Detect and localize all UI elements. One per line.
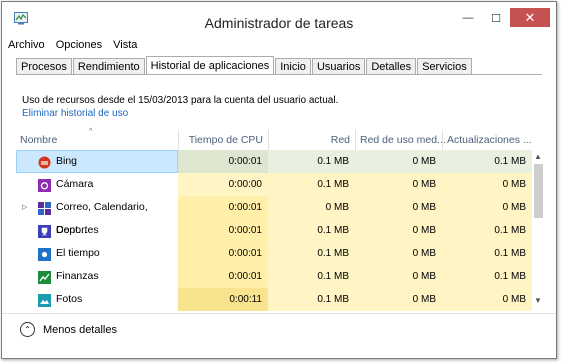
cell-act: 0.1 MB xyxy=(442,242,532,265)
column-header-tile-updates[interactable]: Actualizaciones ... xyxy=(447,127,533,148)
cell-act: 0 MB xyxy=(442,288,532,311)
app-name-cell: Finanzas xyxy=(16,265,178,288)
photos-icon xyxy=(38,293,51,307)
maximize-button[interactable]: ☐ xyxy=(482,8,510,28)
trophy-icon xyxy=(38,224,51,238)
delete-history-link[interactable]: Eliminar historial de uso xyxy=(22,108,128,119)
minimize-button[interactable]: — xyxy=(454,8,482,28)
cell-red: 0.1 MB xyxy=(268,288,355,311)
table-row[interactable]: El tiempo 0:00:01 0.1 MB 0 MB 0.1 MB xyxy=(16,242,532,265)
app-name-cell: Deportes xyxy=(16,219,178,242)
app-name: Bing xyxy=(56,155,78,167)
tab-procesos[interactable]: Procesos xyxy=(16,58,72,74)
cell-red: 0.1 MB xyxy=(268,265,355,288)
cell-red-med: 0 MB xyxy=(355,150,442,173)
tab-strip: Procesos Rendimiento Historial de aplica… xyxy=(16,56,473,75)
camera-icon xyxy=(38,178,51,192)
weather-icon xyxy=(38,247,51,261)
menu-bar: Archivo Opciones Vista xyxy=(2,38,556,54)
table-row[interactable]: Finanzas 0:00:01 0.1 MB 0 MB 0.1 MB xyxy=(16,265,532,288)
tab-historial-de-aplicaciones[interactable]: Historial de aplicaciones xyxy=(145,56,275,75)
app-history-list: Bing 0:00:01 0.1 MB 0 MB 0.1 MB Cámara 0:00:00… xyxy=(16,150,532,312)
tab-servicios[interactable]: Servicios xyxy=(417,58,472,74)
cell-red: 0.1 MB xyxy=(268,150,355,173)
cell-red: 0 MB xyxy=(268,196,355,219)
table-row[interactable]: Fotos 0:00:11 0.1 MB 0 MB 0 MB xyxy=(16,288,532,311)
cell-act: 0.1 MB xyxy=(442,150,532,173)
app-name: Fotos xyxy=(56,293,83,305)
cell-red-med: 0 MB xyxy=(355,196,442,219)
column-header-red[interactable]: Red xyxy=(268,127,350,148)
scrollbar-thumb[interactable] xyxy=(534,164,543,218)
cell-act: 0.1 MB xyxy=(442,265,532,288)
column-separator[interactable] xyxy=(442,130,443,151)
title-bar[interactable]: Administrador de tareas — ☐ ✕ xyxy=(2,2,556,36)
tab-detalles[interactable]: Detalles xyxy=(366,58,417,74)
app-name-cell: Fotos xyxy=(16,288,178,311)
app-name: Finanzas xyxy=(56,270,99,282)
table-row[interactable]: Cámara 0:00:00 0.1 MB 0 MB 0 MB xyxy=(16,173,532,196)
finance-icon xyxy=(38,270,51,284)
cell-cpu: 0:00:01 xyxy=(178,150,268,173)
column-header-nombre[interactable]: Nombre xyxy=(20,127,170,148)
table-row[interactable]: Bing 0:00:01 0.1 MB 0 MB 0.1 MB xyxy=(16,150,532,173)
app-name: Deportes xyxy=(56,224,99,236)
cell-cpu: 0:00:01 xyxy=(178,196,268,219)
cell-red: 0.1 MB xyxy=(268,219,355,242)
menu-vista[interactable]: Vista xyxy=(107,38,142,54)
menu-opciones[interactable]: Opciones xyxy=(50,38,107,54)
cell-red: 0.1 MB xyxy=(268,242,355,265)
expand-chevron-icon[interactable]: ▷ xyxy=(22,196,27,219)
cell-act: 0 MB xyxy=(442,173,532,196)
app-name-cell: El tiempo xyxy=(16,242,178,265)
scroll-up-icon[interactable]: ▲ xyxy=(532,152,544,164)
cell-cpu: 0:00:01 xyxy=(178,265,268,288)
app-name-cell: Cámara xyxy=(16,173,178,196)
cell-red-med: 0 MB xyxy=(355,265,442,288)
column-header-metered-network[interactable]: Red de uso med... xyxy=(360,127,446,148)
table-row[interactable]: Deportes 0:00:01 0.1 MB 0 MB 0.1 MB xyxy=(16,219,532,242)
cell-red-med: 0 MB xyxy=(355,219,442,242)
app-name: Cámara xyxy=(56,178,94,190)
app-name-cell: ▷ Correo, Calendario, Cont... xyxy=(16,196,178,236)
cell-red-med: 0 MB xyxy=(355,173,442,196)
cell-act: 0.1 MB xyxy=(442,219,532,242)
window-controls: — ☐ ✕ xyxy=(454,8,550,28)
cell-red-med: 0 MB xyxy=(355,242,442,265)
cell-cpu: 0:00:01 xyxy=(178,242,268,265)
cell-red: 0.1 MB xyxy=(268,173,355,196)
usage-info-text: Uso de recursos desde el 15/03/2013 para… xyxy=(22,95,339,106)
bing-icon xyxy=(38,155,51,169)
chevron-up-circle-icon: ⌃ xyxy=(20,322,35,337)
column-header-cpu-time[interactable]: Tiempo de CPU xyxy=(178,127,263,148)
tab-rendimiento[interactable]: Rendimiento xyxy=(72,58,145,74)
close-button[interactable]: ✕ xyxy=(510,8,550,27)
cell-red-med: 0 MB xyxy=(355,288,442,311)
vertical-scrollbar[interactable]: ▲ ▼ xyxy=(532,150,544,310)
cell-act: 0 MB xyxy=(442,196,532,219)
tab-usuarios[interactable]: Usuarios xyxy=(311,58,366,74)
app-name-cell: Bing xyxy=(16,150,178,173)
table-row[interactable]: ▷ Correo, Calendario, Cont... 0:00:01 0 MB 0… xyxy=(16,196,532,236)
cell-cpu: 0:00:01 xyxy=(178,219,268,242)
scroll-down-icon[interactable]: ▼ xyxy=(532,296,544,308)
cell-cpu: 0:00:00 xyxy=(178,173,268,196)
column-separator[interactable] xyxy=(355,130,356,151)
tab-inicio[interactable]: Inicio xyxy=(275,58,311,74)
cell-cpu: 0:00:11 xyxy=(178,288,268,311)
mail-calendar-icon xyxy=(38,201,51,215)
task-manager-window: Administrador de tareas — ☐ ✕ Archivo Op… xyxy=(1,1,557,359)
menu-archivo[interactable]: Archivo xyxy=(2,38,50,54)
app-name: El tiempo xyxy=(56,247,100,259)
fewer-details-toggle[interactable]: ⌃ Menos detalles xyxy=(20,322,117,337)
footer-divider xyxy=(2,313,556,314)
column-headers: ^ Nombre Tiempo de CPU Red Red de uso me… xyxy=(16,127,535,151)
tab-divider xyxy=(16,74,542,75)
fewer-details-label: Menos detalles xyxy=(43,323,117,336)
